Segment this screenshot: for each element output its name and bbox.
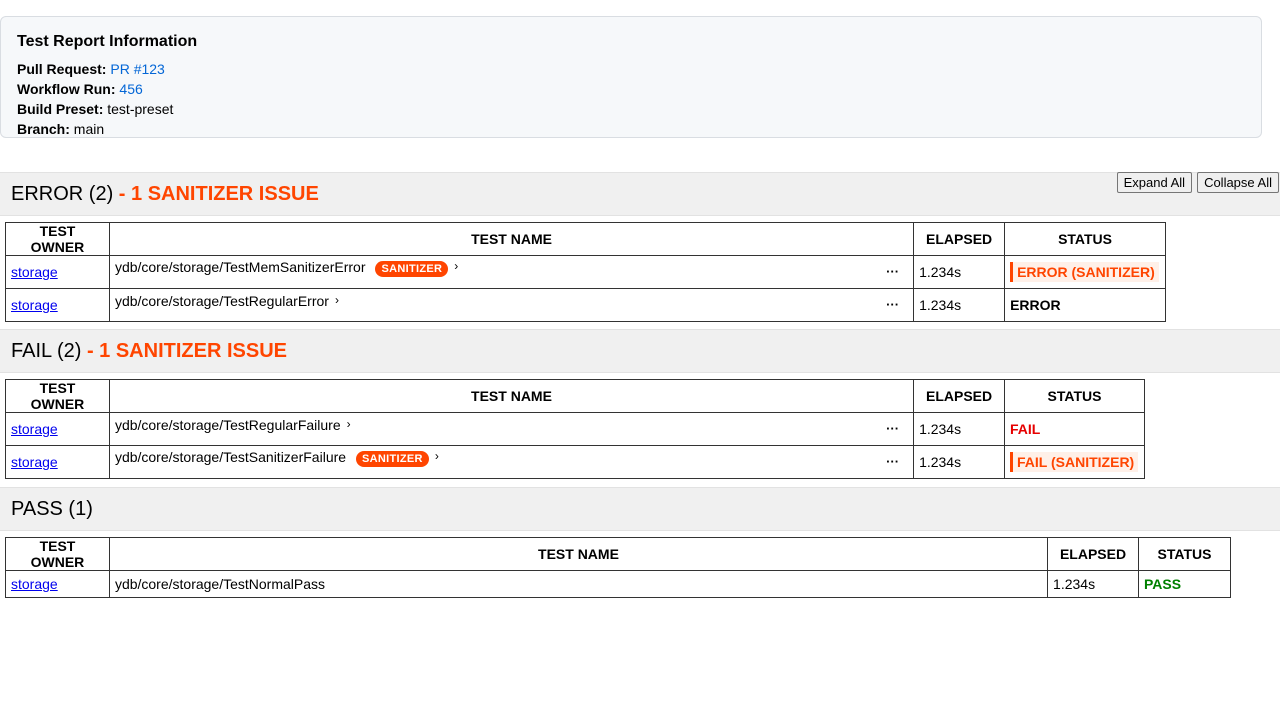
pass-results-table: TEST OWNER TEST NAME ELAPSED STATUS stor… — [5, 537, 1231, 598]
chevron-right-icon[interactable]: › — [454, 259, 458, 273]
test-owner-link[interactable]: storage — [11, 421, 58, 437]
more-dots-icon[interactable]: ··· — [886, 454, 899, 469]
section-title: PASS (1) — [11, 498, 93, 520]
pull-request-label: Pull Request: — [17, 61, 107, 77]
table-row: storage ydb/core/storage/TestMemSanitize… — [5, 255, 1166, 289]
column-status: STATUS — [1004, 379, 1145, 413]
chevron-right-icon[interactable]: › — [435, 449, 439, 463]
workflow-run-label: Workflow Run: — [17, 81, 116, 97]
sanitizer-issue-count: - 1 SANITIZER ISSUE — [81, 340, 287, 362]
test-owner-link[interactable]: storage — [11, 576, 58, 592]
test-owner-link[interactable]: storage — [11, 454, 58, 470]
build-preset-value: test-preset — [107, 101, 174, 117]
column-elapsed: ELAPSED — [913, 222, 1006, 256]
test-owner-link[interactable]: storage — [11, 264, 58, 280]
column-test-name: TEST NAME — [108, 537, 1049, 571]
workflow-run-line: Workflow Run: 456 — [17, 79, 1261, 99]
status-badge: PASS — [1144, 576, 1182, 592]
sanitizer-badge: SANITIZER — [375, 261, 449, 277]
status-badge: ERROR — [1010, 297, 1061, 313]
expand-all-button[interactable]: Expand All — [1116, 172, 1193, 193]
column-status: STATUS — [1004, 222, 1166, 256]
expand-collapse-toolbar: Expand All Collapse All — [1116, 172, 1279, 193]
test-name: ydb/core/storage/TestRegularFailure — [114, 417, 341, 433]
elapsed-value: 1.234s — [913, 412, 1006, 446]
column-test-name: TEST NAME — [108, 222, 915, 256]
section-header-error[interactable]: ERROR (2) - 1 SANITIZER ISSUE — [0, 172, 1280, 216]
branch-line: Branch: main — [17, 119, 1261, 139]
pull-request-link[interactable]: PR #123 — [110, 61, 164, 77]
section-title: FAIL (2) — [11, 340, 82, 362]
chevron-right-icon[interactable]: › — [347, 417, 351, 431]
build-preset-line: Build Preset: test-preset — [17, 99, 1261, 119]
column-test-owner: TEST OWNER — [5, 222, 110, 256]
sanitizer-issue-count: - 1 SANITIZER ISSUE — [113, 183, 319, 205]
test-name: ydb/core/storage/TestRegularError — [114, 293, 329, 309]
column-elapsed: ELAPSED — [913, 379, 1006, 413]
more-dots-icon[interactable]: ··· — [886, 297, 899, 312]
column-test-owner: TEST OWNER — [5, 537, 110, 571]
branch-label: Branch: — [17, 121, 70, 137]
status-badge: FAIL — [1010, 421, 1041, 437]
more-dots-icon[interactable]: ··· — [886, 264, 899, 279]
status-badge: FAIL (SANITIZER) — [1010, 452, 1139, 472]
section-header-fail[interactable]: FAIL (2) - 1 SANITIZER ISSUE — [0, 329, 1280, 373]
column-test-name: TEST NAME — [108, 379, 915, 413]
test-owner-link[interactable]: storage — [11, 297, 58, 313]
elapsed-value: 1.234s — [913, 255, 1006, 289]
status-badge: ERROR (SANITIZER) — [1010, 262, 1159, 282]
table-row: storage ydb/core/storage/TestSanitizerFa… — [5, 445, 1145, 479]
workflow-run-link[interactable]: 456 — [119, 81, 142, 97]
elapsed-value: 1.234s — [913, 288, 1006, 322]
test-name: ydb/core/storage/TestNormalPass — [108, 570, 1049, 598]
sanitizer-badge: SANITIZER — [356, 451, 429, 467]
pull-request-line: Pull Request: PR #123 — [17, 59, 1261, 79]
report-info-panel: Test Report Information Pull Request: PR… — [0, 16, 1262, 138]
elapsed-value: 1.234s — [913, 445, 1006, 479]
column-elapsed: ELAPSED — [1047, 537, 1139, 571]
chevron-right-icon[interactable]: › — [335, 293, 339, 307]
column-status: STATUS — [1138, 537, 1231, 571]
more-dots-icon[interactable]: ··· — [886, 421, 899, 436]
fail-results-table: TEST OWNER TEST NAME ELAPSED STATUS stor… — [5, 379, 1145, 479]
table-row: storage ydb/core/storage/TestRegularFail… — [5, 412, 1145, 446]
test-name: ydb/core/storage/TestMemSanitizerError — [114, 259, 366, 275]
column-test-owner: TEST OWNER — [5, 379, 110, 413]
collapse-all-button[interactable]: Collapse All — [1197, 172, 1279, 193]
report-info-title: Test Report Information — [17, 33, 198, 50]
build-preset-label: Build Preset: — [17, 101, 104, 117]
test-name: ydb/core/storage/TestSanitizerFailure — [114, 449, 347, 465]
table-row: storage ydb/core/storage/TestNormalPass … — [5, 570, 1231, 598]
section-title: ERROR (2) — [11, 183, 114, 205]
elapsed-value: 1.234s — [1047, 570, 1139, 598]
branch-value: main — [73, 121, 105, 137]
section-header-pass[interactable]: PASS (1) — [0, 487, 1280, 531]
error-results-table: TEST OWNER TEST NAME ELAPSED STATUS stor… — [5, 222, 1166, 322]
table-row: storage ydb/core/storage/TestRegularErro… — [5, 288, 1166, 322]
